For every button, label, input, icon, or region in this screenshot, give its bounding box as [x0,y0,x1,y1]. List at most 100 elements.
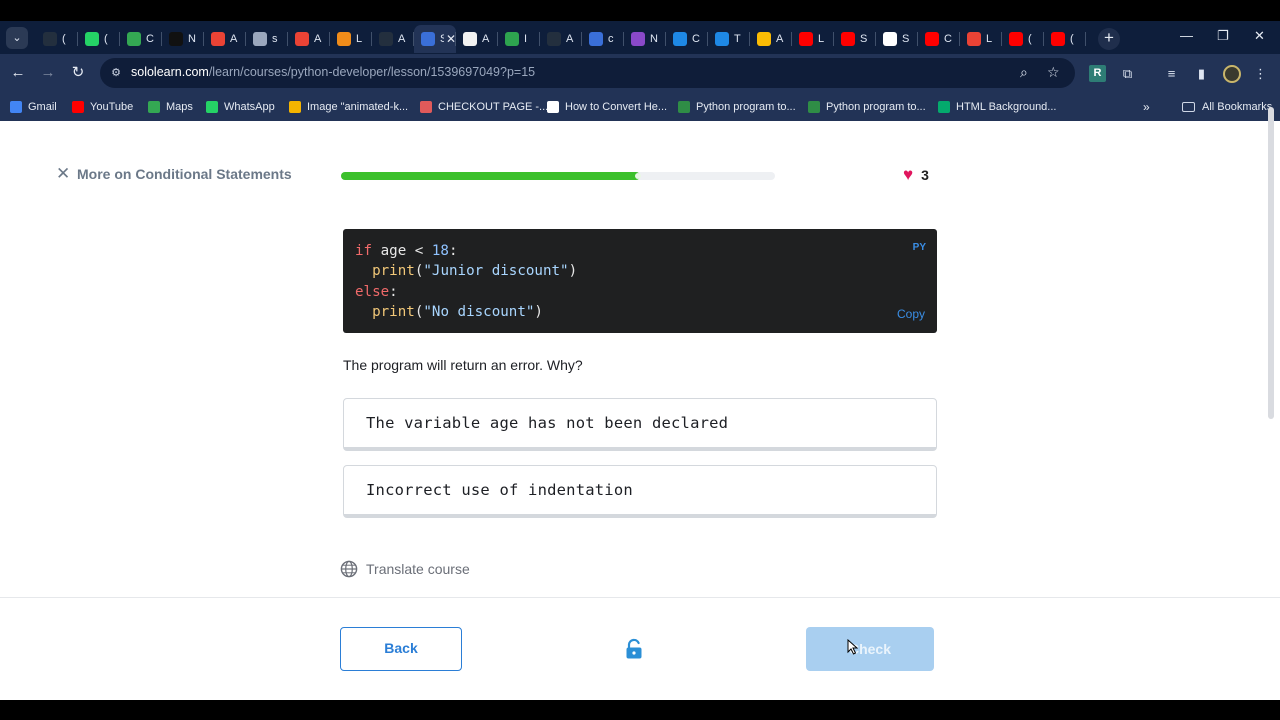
bookmark-item[interactable]: YouTube [72,98,133,116]
profile-avatar[interactable] [1223,65,1241,83]
tab[interactable]: A [204,25,246,53]
back-button[interactable]: Back [340,627,462,671]
tab[interactable]: A [456,25,498,53]
bookmarks-overflow-icon[interactable]: » [1143,100,1150,114]
bookmark-item[interactable]: CHECKOUT PAGE -... [420,98,548,116]
page-scrollbar[interactable] [1268,107,1274,419]
tab[interactable]: N [162,25,204,53]
lesson-title: More on Conditional Statements [77,166,292,182]
bookmark-item[interactable]: Image "animated-k... [289,98,408,116]
tab[interactable]: A [540,25,582,53]
drive-icon [757,32,771,46]
u-logo-icon [631,32,645,46]
maps-pin-icon [148,101,160,113]
alpha-icon [547,101,559,113]
gmail-icon [295,32,309,46]
tab-title: ( [1070,33,1074,45]
answer-option-2[interactable]: Incorrect use of indentation [343,465,937,518]
tab[interactable]: S [834,25,876,53]
tab[interactable]: ( [1002,25,1044,53]
bookmark-item[interactable]: Maps [148,98,193,116]
check-button[interactable]: Check [806,627,934,671]
globe-icon [253,32,267,46]
tab[interactable]: C [666,25,708,53]
bookmark-item[interactable]: Python program to... [678,98,796,116]
copy-code-button[interactable]: Copy [897,307,925,321]
answer-option-1[interactable]: The variable age has not been declared [343,398,937,451]
tab[interactable]: C [918,25,960,53]
maps-pin-icon [967,32,981,46]
tab[interactable]: I [498,25,540,53]
unlock-icon[interactable] [624,638,644,660]
tab[interactable]: ( [78,25,120,53]
tab[interactable]: L [792,25,834,53]
tab[interactable]: T [708,25,750,53]
bookmark-star-icon[interactable]: ☆ [1047,64,1060,81]
tab[interactable]: S [876,25,918,53]
bookmark-label: HTML Background... [956,101,1057,113]
minimize-button[interactable]: — [1180,28,1193,43]
address-bar[interactable]: ⚙ sololearn.com/learn/courses/python-dev… [100,58,1075,88]
back-nav-icon[interactable]: ← [7,62,29,84]
tab[interactable]: A [288,25,330,53]
lesson-progress-bar [341,172,775,180]
site-icon [463,32,477,46]
all-bookmarks-button[interactable]: All Bookmarks [1182,98,1272,116]
close-icon[interactable]: ✕ [56,165,70,183]
media-control-icon[interactable]: ≡ [1163,65,1180,82]
tab[interactable]: c [582,25,624,53]
extension-r-icon[interactable]: R [1089,65,1106,82]
bookmark-item[interactable]: How to Convert He... [547,98,667,116]
extensions-puzzle-icon[interactable]: ⧉ [1119,65,1136,82]
tab-close-icon[interactable]: ✕ [446,32,456,46]
tab-title: N [188,33,196,45]
tab-title: ( [62,33,66,45]
translate-course-label: Translate course [366,561,470,577]
box-icon [337,32,351,46]
bookmark-item[interactable]: Gmail [10,98,57,116]
youtube-icon [841,32,855,46]
site-info-icon[interactable]: ⚙ [108,65,124,81]
tab[interactable]: C [120,25,162,53]
c-logo-icon [589,32,603,46]
translate-course-button[interactable]: Translate course [340,560,470,578]
bookmark-item[interactable]: WhatsApp [206,98,275,116]
heart-icon: ♥ [903,165,914,184]
bookmark-label: Image "animated-k... [307,101,409,113]
tab-title: c [608,33,614,45]
tab-search-button[interactable]: ⌄ [6,27,28,49]
tab-title: A [230,33,238,45]
tab-active[interactable]: S ✕ [414,25,456,53]
lesson-page: ✕ More on Conditional Statements ♥ 3 if … [0,121,1280,700]
footer-divider [0,597,1280,598]
bookmark-label: CHECKOUT PAGE -... [438,101,549,113]
tab[interactable]: ( [1044,25,1086,53]
reload-icon[interactable]: ↻ [67,62,89,84]
tab-title: A [482,33,490,45]
tab-title: C [146,33,154,45]
bookmark-label: YouTube [90,101,134,113]
gfg-icon [808,101,820,113]
bookmark-item[interactable]: Python program to... [808,98,926,116]
restore-button[interactable]: ❐ [1217,28,1229,44]
side-panel-icon[interactable]: ▮ [1193,65,1210,82]
bookmark-item[interactable]: HTML Background... [938,98,1056,116]
tab[interactable]: A [372,25,414,53]
close-lesson-button[interactable]: ✕ More on Conditional Statements [56,165,292,183]
tab[interactable]: L [330,25,372,53]
url-text[interactable]: sololearn.com/learn/courses/python-devel… [131,65,535,79]
forward-nav-icon[interactable]: → [37,62,59,84]
tab[interactable]: ( [36,25,78,53]
tab[interactable]: A [750,25,792,53]
window-close-button[interactable]: ✕ [1254,28,1265,44]
youtube-icon [72,101,84,113]
tab[interactable]: L [960,25,1002,53]
browser-menu-icon[interactable]: ⋮ [1252,65,1269,82]
tab[interactable]: N [624,25,666,53]
new-tab-button[interactable]: + [1098,28,1120,50]
tab[interactable]: s [246,25,288,53]
bookmark-label: Python program to... [696,101,796,113]
tab-title: L [818,33,825,45]
question-text: The program will return an error. Why? [343,357,583,373]
zoom-icon[interactable]: ⌕ [1020,64,1028,81]
